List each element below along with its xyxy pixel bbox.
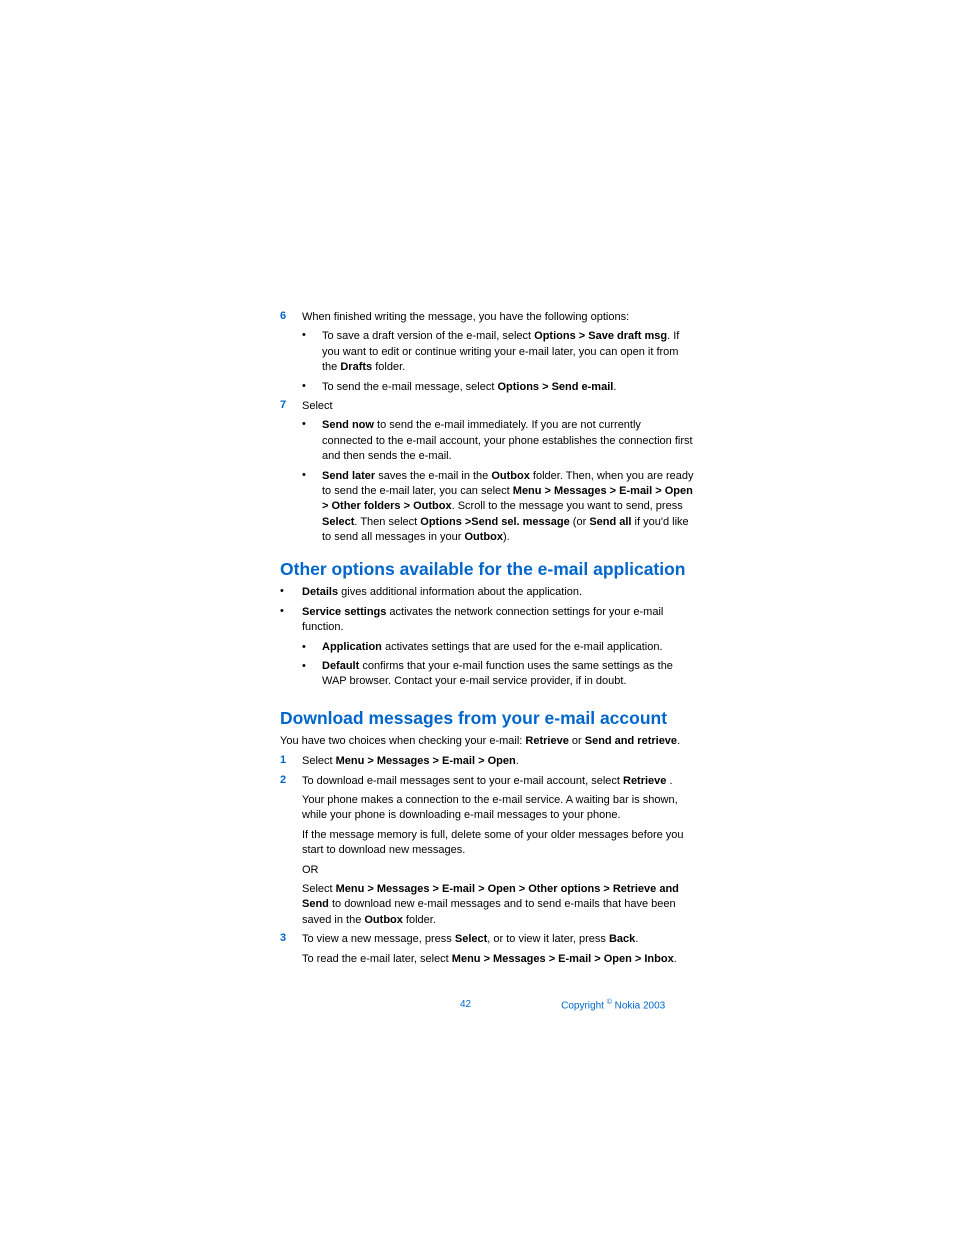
- step-2-para-2: Your phone makes a connection to the e-m…: [302, 793, 694, 824]
- bullet-text: Send now to send the e-mail immediately.…: [322, 418, 694, 464]
- step-7-sub-2: • Send later saves the e-mail in the Out…: [302, 469, 694, 546]
- step-text: To download e-mail messages sent to your…: [302, 774, 694, 929]
- download-step-2: 2 To download e-mail messages sent to yo…: [280, 774, 694, 929]
- step-6: 6 When finished writing the message, you…: [280, 310, 694, 325]
- other-inner-application: • Application activates settings that ar…: [302, 640, 694, 655]
- step-text: Select: [302, 399, 694, 414]
- download-intro: You have two choices when checking your …: [280, 734, 694, 749]
- page-number: 42: [460, 999, 471, 1011]
- step-7: 7 Select: [280, 399, 694, 414]
- bullet-text: Application activates settings that are …: [322, 640, 694, 655]
- bullet-mark: •: [302, 659, 322, 690]
- step-7-sub-1: • Send now to send the e-mail immediatel…: [302, 418, 694, 464]
- copyright: Copyright © Nokia 2003: [561, 999, 665, 1011]
- bullet-text: Details gives additional information abo…: [302, 585, 694, 600]
- page-footer: 42 Copyright © Nokia 2003: [280, 999, 694, 1011]
- document-page: 6 When finished writing the message, you…: [0, 0, 954, 1091]
- step-2-or: OR: [302, 863, 694, 878]
- step-6-sub-1: • To save a draft version of the e-mail,…: [302, 329, 694, 375]
- step-2-para-4: Select Menu > Messages > E-mail > Open >…: [302, 882, 694, 928]
- other-inner-default: • Default confirms that your e-mail func…: [302, 659, 694, 690]
- bullet-text: To send the e-mail message, select Optio…: [322, 380, 694, 395]
- bullet-mark: •: [302, 469, 322, 546]
- step-text: Select Menu > Messages > E-mail > Open.: [302, 754, 694, 769]
- heading-other-options: Other options available for the e-mail a…: [280, 559, 694, 580]
- bullet-mark: •: [302, 640, 322, 655]
- bullet-mark: •: [302, 329, 322, 375]
- step-text: To view a new message, press Select, or …: [302, 932, 694, 967]
- step-3-para-2: To read the e-mail later, select Menu > …: [302, 952, 694, 967]
- other-bullet-details: • Details gives additional information a…: [280, 585, 694, 600]
- step-number: 7: [280, 399, 302, 414]
- step-number: 6: [280, 310, 302, 325]
- heading-download-messages: Download messages from your e-mail accou…: [280, 708, 694, 729]
- bullet-mark: •: [280, 585, 302, 600]
- step-6-sub-2: • To send the e-mail message, select Opt…: [302, 380, 694, 395]
- bullet-mark: •: [302, 380, 322, 395]
- step-2-para-3: If the message memory is full, delete so…: [302, 828, 694, 859]
- step-number: 2: [280, 774, 302, 929]
- step-text: When finished writing the message, you h…: [302, 310, 694, 325]
- bullet-text: Default confirms that your e-mail functi…: [322, 659, 694, 690]
- download-step-3: 3 To view a new message, press Select, o…: [280, 932, 694, 967]
- other-bullet-service-settings: • Service settings activates the network…: [280, 605, 694, 694]
- bullet-text: Service settings activates the network c…: [302, 605, 694, 694]
- bullet-mark: •: [280, 605, 302, 694]
- bullet-text: Send later saves the e-mail in the Outbo…: [322, 469, 694, 546]
- bullet-text: To save a draft version of the e-mail, s…: [322, 329, 694, 375]
- step-number: 1: [280, 754, 302, 769]
- download-step-1: 1 Select Menu > Messages > E-mail > Open…: [280, 754, 694, 769]
- bullet-mark: •: [302, 418, 322, 464]
- step-number: 3: [280, 932, 302, 967]
